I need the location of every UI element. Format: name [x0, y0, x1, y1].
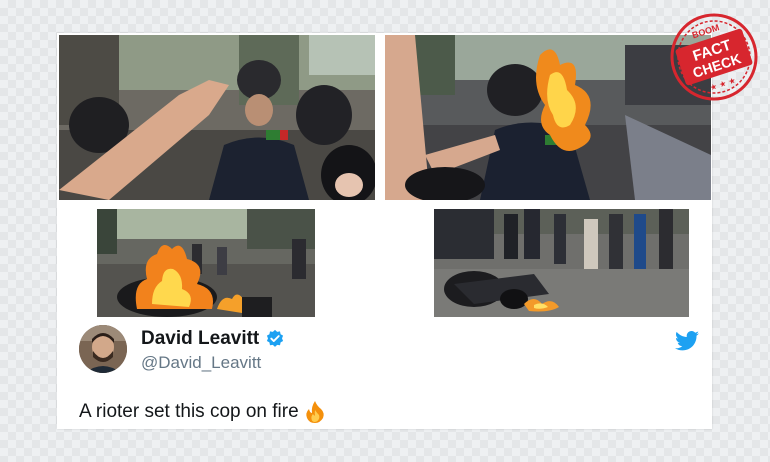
photo-4-image — [434, 209, 689, 317]
name-row: David Leavitt — [141, 328, 285, 350]
photo-2-image — [385, 35, 711, 200]
photo-3-image — [97, 209, 315, 317]
fire-emoji — [306, 401, 324, 423]
tweet-text-content: A rioter set this cop on fire — [79, 401, 299, 422]
user-handle[interactable]: @David_Leavitt — [141, 353, 261, 373]
fact-check-stamp: BOOM FACT CHECK ★ ★ ★ — [665, 8, 763, 106]
tweet-card: David Leavitt @David_Leavitt A rioter se… — [57, 33, 712, 429]
stamp-stars: ★ ★ ★ — [709, 76, 737, 93]
tweet-photo-2[interactable] — [385, 35, 711, 200]
tweet-photo-1[interactable] — [59, 35, 375, 200]
stamp-graphic: BOOM FACT CHECK ★ ★ ★ — [670, 13, 758, 101]
tweet-text: A rioter set this cop on fire — [79, 401, 325, 423]
tweet-photo-4[interactable] — [434, 209, 689, 317]
photo-1-image — [59, 35, 375, 200]
display-name[interactable]: David Leavitt — [141, 328, 259, 350]
tweet-photo-3[interactable] — [97, 209, 315, 317]
twitter-bird-icon[interactable] — [675, 331, 699, 351]
avatar[interactable] — [79, 325, 127, 373]
tweet-header: David Leavitt @David_Leavitt — [79, 325, 699, 375]
verified-badge-icon — [267, 329, 284, 347]
avatar-image — [79, 325, 127, 373]
